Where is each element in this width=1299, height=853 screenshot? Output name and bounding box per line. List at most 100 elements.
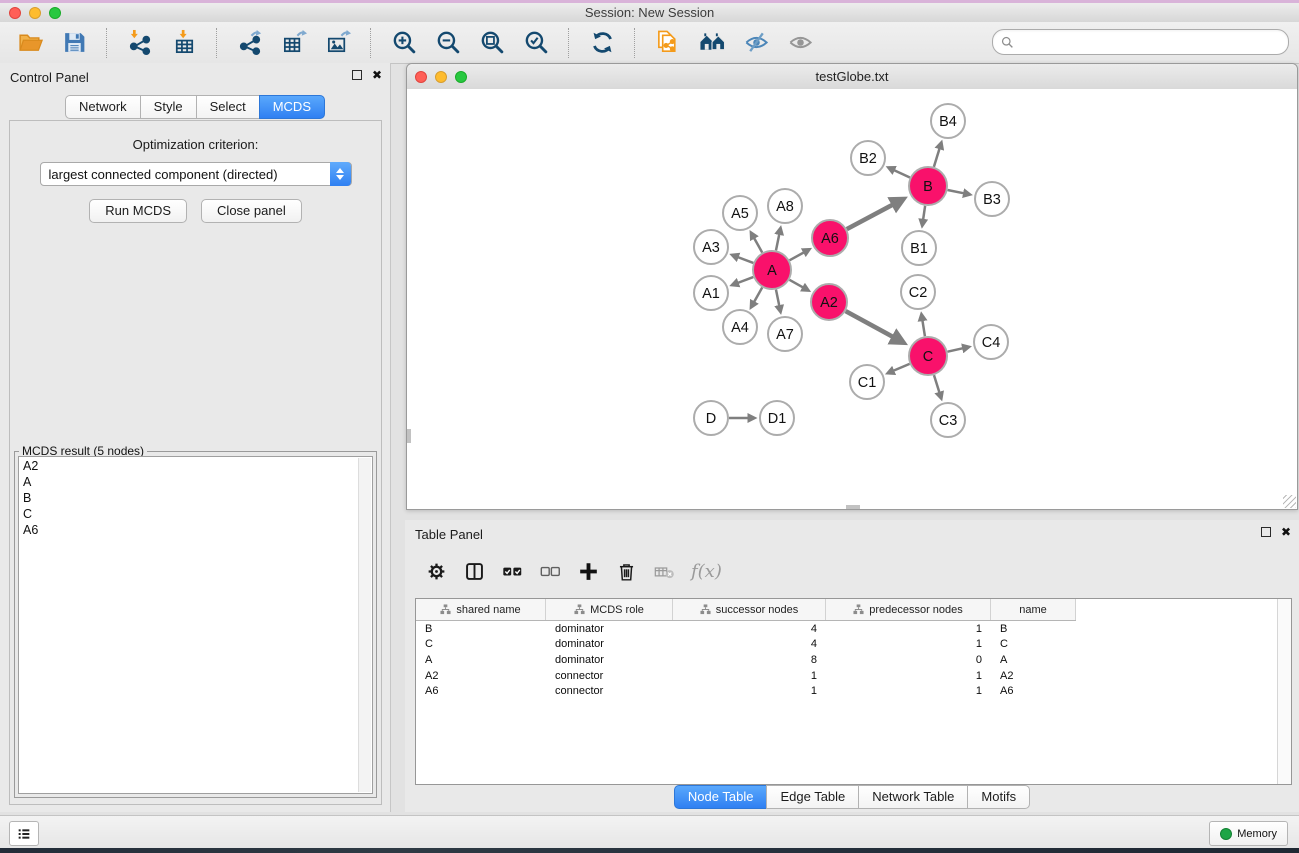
result-list-scrollbar[interactable]	[358, 458, 371, 792]
tab-style[interactable]: Style	[140, 95, 197, 119]
table-cell[interactable]: 4	[673, 638, 826, 650]
table-cell[interactable]: 0	[826, 654, 991, 666]
table-cell[interactable]: dominator	[546, 638, 673, 650]
table-cell[interactable]: A	[416, 654, 546, 666]
zoom-fit-icon[interactable]	[470, 26, 514, 60]
graph-edge-C-C1[interactable]	[893, 364, 910, 371]
float-table-panel-icon[interactable]	[1261, 527, 1271, 537]
mcds-result-item[interactable]: B	[23, 490, 358, 506]
graph-edge-A-A4[interactable]	[754, 287, 763, 302]
close-panel-icon[interactable]: ✖	[372, 70, 382, 80]
network-vertical-scroll-hint[interactable]	[407, 429, 411, 443]
table-cell[interactable]: C	[416, 638, 546, 650]
export-image-icon[interactable]	[316, 26, 360, 60]
import-network-icon[interactable]	[118, 26, 162, 60]
table-cell[interactable]: 4	[673, 623, 826, 635]
refresh-icon[interactable]	[580, 26, 624, 60]
graph-edge-A-A8[interactable]	[776, 233, 779, 250]
column-header-MCDS-role[interactable]: MCDS role	[546, 599, 673, 620]
table-cell[interactable]: 1	[673, 670, 826, 682]
table-cell[interactable]: A6	[991, 685, 1076, 697]
graph-edge-A-A2[interactable]	[789, 280, 803, 288]
memory-button[interactable]: Memory	[1209, 821, 1288, 846]
graph-edge-A2-C[interactable]	[846, 311, 895, 338]
zoom-selected-icon[interactable]	[514, 26, 558, 60]
select-all-icon[interactable]	[493, 556, 531, 586]
save-session-icon[interactable]	[52, 26, 96, 60]
mcds-result-item[interactable]: A6	[23, 522, 358, 538]
table-cell[interactable]: 1	[826, 685, 991, 697]
tab-network-table[interactable]: Network Table	[858, 785, 968, 809]
table-row[interactable]: Adominator80A	[416, 652, 1291, 668]
table-cell[interactable]: A6	[416, 685, 546, 697]
export-table-icon[interactable]	[272, 26, 316, 60]
trash-icon[interactable]	[607, 556, 645, 586]
document-share-icon[interactable]	[646, 26, 690, 60]
float-panel-icon[interactable]	[352, 70, 362, 80]
zoom-out-icon[interactable]	[426, 26, 470, 60]
column-header-name[interactable]: name	[991, 599, 1076, 620]
table-row[interactable]: A2connector11A2	[416, 668, 1291, 684]
search-input[interactable]	[1018, 32, 1288, 52]
add-column-icon[interactable]	[569, 556, 607, 586]
table-cell[interactable]: connector	[546, 670, 673, 682]
window-resize-grip[interactable]	[1283, 495, 1296, 508]
task-history-button[interactable]	[9, 821, 39, 846]
graph-edge-A-A7[interactable]	[776, 290, 779, 307]
column-header-shared-name[interactable]: shared name	[416, 599, 546, 620]
tab-motifs[interactable]: Motifs	[967, 785, 1030, 809]
table-cell[interactable]: connector	[546, 685, 673, 697]
eye-slash-icon[interactable]	[734, 26, 778, 60]
network-horizontal-scroll-hint[interactable]	[846, 505, 860, 509]
graph-edge-A-A1[interactable]	[737, 277, 753, 283]
table-scrollbar[interactable]	[1277, 599, 1291, 784]
close-table-panel-icon[interactable]: ✖	[1281, 527, 1291, 537]
tab-edge-table[interactable]: Edge Table	[766, 785, 859, 809]
tab-network[interactable]: Network	[65, 95, 141, 119]
tab-mcds[interactable]: MCDS	[259, 95, 325, 119]
table-cell[interactable]: dominator	[546, 654, 673, 666]
table-row[interactable]: Cdominator41C	[416, 637, 1291, 653]
graph-edge-B-B3[interactable]	[948, 190, 965, 193]
table-cell[interactable]: A2	[991, 670, 1076, 682]
table-cell[interactable]: A2	[416, 670, 546, 682]
deselect-all-icon[interactable]	[531, 556, 569, 586]
table-row[interactable]: A6connector11A6	[416, 683, 1291, 699]
table-cell[interactable]: B	[416, 623, 546, 635]
graph-edge-A-A6[interactable]	[790, 252, 805, 260]
zoom-in-icon[interactable]	[382, 26, 426, 60]
mcds-result-item[interactable]: A	[23, 474, 358, 490]
table-cell[interactable]: 1	[826, 670, 991, 682]
table-cell[interactable]: 1	[673, 685, 826, 697]
search-field[interactable]	[992, 29, 1289, 55]
column-header-predecessor-nodes[interactable]: predecessor nodes	[826, 599, 991, 620]
graph-edge-C-C3[interactable]	[934, 375, 940, 393]
close-panel-button[interactable]: Close panel	[201, 199, 302, 223]
export-network-icon[interactable]	[228, 26, 272, 60]
table-cell[interactable]: 8	[673, 654, 826, 666]
table-cell[interactable]: 1	[826, 638, 991, 650]
graph-edge-B-B1[interactable]	[923, 206, 925, 220]
table-cell[interactable]: C	[991, 638, 1076, 650]
criterion-dropdown[interactable]: largest connected component (directed)	[40, 162, 352, 186]
eye-icon[interactable]	[778, 26, 822, 60]
column-header-successor-nodes[interactable]: successor nodes	[673, 599, 826, 620]
houses-icon[interactable]	[690, 26, 734, 60]
graph-edge-A-A3[interactable]	[737, 257, 753, 263]
tab-select[interactable]: Select	[196, 95, 260, 119]
graph-edge-C-C2[interactable]	[922, 320, 925, 337]
graph-edge-B-B4[interactable]	[934, 148, 940, 167]
table-cell[interactable]: B	[991, 623, 1076, 635]
table-cell[interactable]: 1	[826, 623, 991, 635]
network-canvas[interactable]: B4B2BB3A8A5A6B1A3AA1C2A2A4A7CC4C1C3DD1	[407, 89, 1297, 509]
table-cell[interactable]: A	[991, 654, 1076, 666]
graph-edge-A6-B[interactable]	[847, 204, 894, 229]
split-columns-icon[interactable]	[455, 556, 493, 586]
mcds-result-item[interactable]: A2	[23, 458, 358, 474]
run-mcds-button[interactable]: Run MCDS	[89, 199, 187, 223]
import-table-icon[interactable]	[162, 26, 206, 60]
graph-edge-C-C4[interactable]	[948, 348, 964, 352]
open-file-icon[interactable]	[8, 26, 52, 60]
graph-edge-B-B2[interactable]	[893, 170, 910, 178]
table-cell[interactable]: dominator	[546, 623, 673, 635]
